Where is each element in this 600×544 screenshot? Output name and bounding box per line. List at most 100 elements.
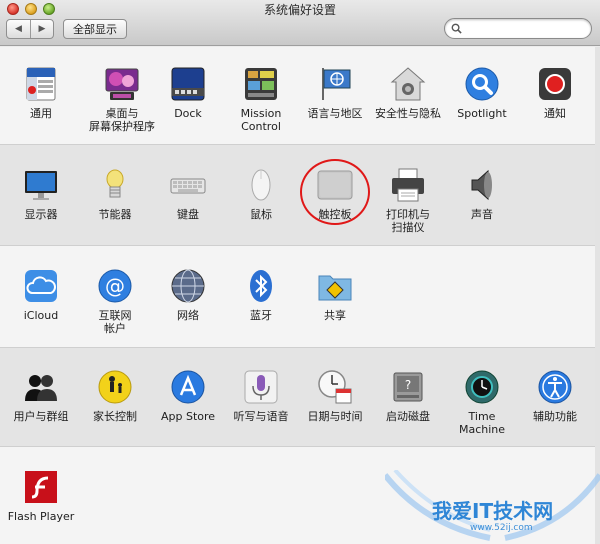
pref-mouse[interactable]: 鼠标 <box>223 167 299 221</box>
icloud-icon <box>23 268 59 304</box>
pref-desktop-screensaver[interactable]: 桌面与 屏幕保护程序 <box>84 66 160 133</box>
pref-internet-accounts[interactable]: @ 互联网 帐户 <box>77 268 153 335</box>
pref-label: 显示器 <box>24 208 58 221</box>
pref-label: 共享 <box>324 309 346 322</box>
pref-label: 启动磁盘 <box>386 410 430 423</box>
pref-mission-control[interactable]: Mission Control <box>223 66 299 133</box>
pref-users-groups[interactable]: 用户与群组 <box>3 369 79 423</box>
language-region-icon <box>317 66 353 102</box>
bluetooth-icon <box>243 268 279 304</box>
chevron-left-icon: ◀ <box>15 24 22 34</box>
back-button[interactable]: ◀ <box>7 20 30 38</box>
pref-label: Flash Player <box>7 510 75 523</box>
section-internet: iCloud @ 互联网 帐户 网络 蓝牙 共享 <box>0 245 600 347</box>
desktop-screensaver-icon <box>104 66 140 102</box>
internet-accounts-icon: @ <box>97 268 133 304</box>
pref-label: 日期与时间 <box>307 410 363 423</box>
users-groups-icon <box>23 369 59 405</box>
chevron-right-icon: ▶ <box>38 24 46 34</box>
pref-date-time[interactable]: 日期与时间 <box>297 369 373 423</box>
pref-label: Mission Control <box>240 107 282 133</box>
show-all-button[interactable]: 全部显示 <box>63 19 127 39</box>
pref-startup-disk[interactable]: ? 启动磁盘 <box>370 369 446 423</box>
pref-label: 家长控制 <box>93 410 137 423</box>
forward-button[interactable]: ▶ <box>29 20 53 38</box>
back-forward-group: ◀ ▶ <box>6 19 54 39</box>
search-input[interactable] <box>465 21 585 36</box>
pref-label: iCloud <box>23 309 59 322</box>
pref-time-machine[interactable]: Time Machine <box>444 369 520 436</box>
date-time-icon <box>317 369 353 405</box>
mouse-icon <box>243 167 279 203</box>
title-bar: 系统偏好设置 ◀ ▶ 全部显示 <box>0 0 600 46</box>
pref-sound[interactable]: 声音 <box>444 167 520 221</box>
security-privacy-icon <box>390 66 426 102</box>
pref-keyboard[interactable]: 键盘 <box>150 167 226 221</box>
pref-label: 通知 <box>544 107 566 120</box>
pref-dock[interactable]: Dock <box>150 66 226 120</box>
displays-icon <box>23 167 59 203</box>
pref-label: 蓝牙 <box>250 309 272 322</box>
pref-label: 用户与群组 <box>13 410 69 423</box>
dock-icon <box>170 66 206 102</box>
pref-label: 听写与语音 <box>233 410 289 423</box>
startup-disk-icon: ? <box>390 369 426 405</box>
pref-spotlight[interactable]: Spotlight <box>444 66 520 120</box>
spotlight-icon <box>464 66 500 102</box>
pref-label: App Store <box>160 410 216 423</box>
pref-parental-controls[interactable]: 家长控制 <box>77 369 153 423</box>
network-icon <box>170 268 206 304</box>
svg-text:@: @ <box>105 274 125 298</box>
svg-text:?: ? <box>405 378 411 392</box>
pref-network[interactable]: 网络 <box>150 268 226 322</box>
watermark-url: www.52ij.com <box>470 523 533 533</box>
pref-printers-scanners[interactable]: 打印机与 扫描仪 <box>370 167 446 234</box>
pref-dictation-speech[interactable]: 听写与语音 <box>223 369 299 423</box>
pref-label: 通用 <box>30 107 52 120</box>
parental-controls-icon <box>97 369 133 405</box>
system-preferences-window: 系统偏好设置 ◀ ▶ 全部显示 通用 桌面与 屏幕保护程序 Dock Missi… <box>0 0 600 544</box>
pref-label: 互联网 帐户 <box>98 309 132 335</box>
pref-label: Dock <box>174 107 202 120</box>
search-field[interactable] <box>444 18 592 39</box>
pref-label: 节能器 <box>98 208 132 221</box>
section-hardware: 显示器 节能器 键盘 鼠标 触控板 打印机与 扫描仪 声音 <box>0 144 600 245</box>
pref-label: 声音 <box>471 208 493 221</box>
pref-icloud[interactable]: iCloud <box>3 268 79 322</box>
pref-accessibility[interactable]: 辅助功能 <box>517 369 593 423</box>
pref-notifications[interactable]: 通知 <box>517 66 593 120</box>
pref-general[interactable]: 通用 <box>3 66 79 120</box>
flash-player-icon <box>23 469 59 505</box>
pref-label: 键盘 <box>177 208 199 221</box>
keyboard-icon <box>170 167 206 203</box>
sound-icon <box>464 167 500 203</box>
pref-energy-saver[interactable]: 节能器 <box>77 167 153 221</box>
pref-label: 打印机与 扫描仪 <box>386 208 430 234</box>
notifications-icon <box>537 66 573 102</box>
pref-label: 网络 <box>177 309 199 322</box>
pref-language-region[interactable]: 语言与地区 <box>297 66 373 120</box>
pref-app-store[interactable]: App Store <box>150 369 226 423</box>
pref-label: Time Machine <box>458 410 506 436</box>
window-title: 系统偏好设置 <box>263 3 336 17</box>
watermark-text: 我爱IT技术网 <box>432 499 554 523</box>
dictation-speech-icon <box>243 369 279 405</box>
search-icon <box>451 23 462 34</box>
pref-sharing[interactable]: 共享 <box>297 268 373 322</box>
pref-label: 鼠标 <box>250 208 272 221</box>
pref-bluetooth[interactable]: 蓝牙 <box>223 268 299 322</box>
section-system: 用户与群组 家长控制 App Store 听写与语音 日期与时间 ? 启动磁盘 … <box>0 347 600 446</box>
pref-displays[interactable]: 显示器 <box>3 167 79 221</box>
general-icon <box>23 66 59 102</box>
pref-label: Spotlight <box>457 107 507 120</box>
pref-label: 辅助功能 <box>533 410 577 423</box>
accessibility-icon <box>537 369 573 405</box>
pref-label: 安全性与隐私 <box>375 107 441 120</box>
time-machine-icon <box>464 369 500 405</box>
pref-label: 语言与地区 <box>307 107 363 120</box>
pref-security-privacy[interactable]: 安全性与隐私 <box>370 66 446 120</box>
printers-scanners-icon <box>390 167 426 203</box>
mission-control-icon <box>243 66 279 102</box>
section-personal: 通用 桌面与 屏幕保护程序 Dock Mission Control 语言与地区… <box>0 47 600 144</box>
pref-flash-player[interactable]: Flash Player <box>3 469 79 523</box>
